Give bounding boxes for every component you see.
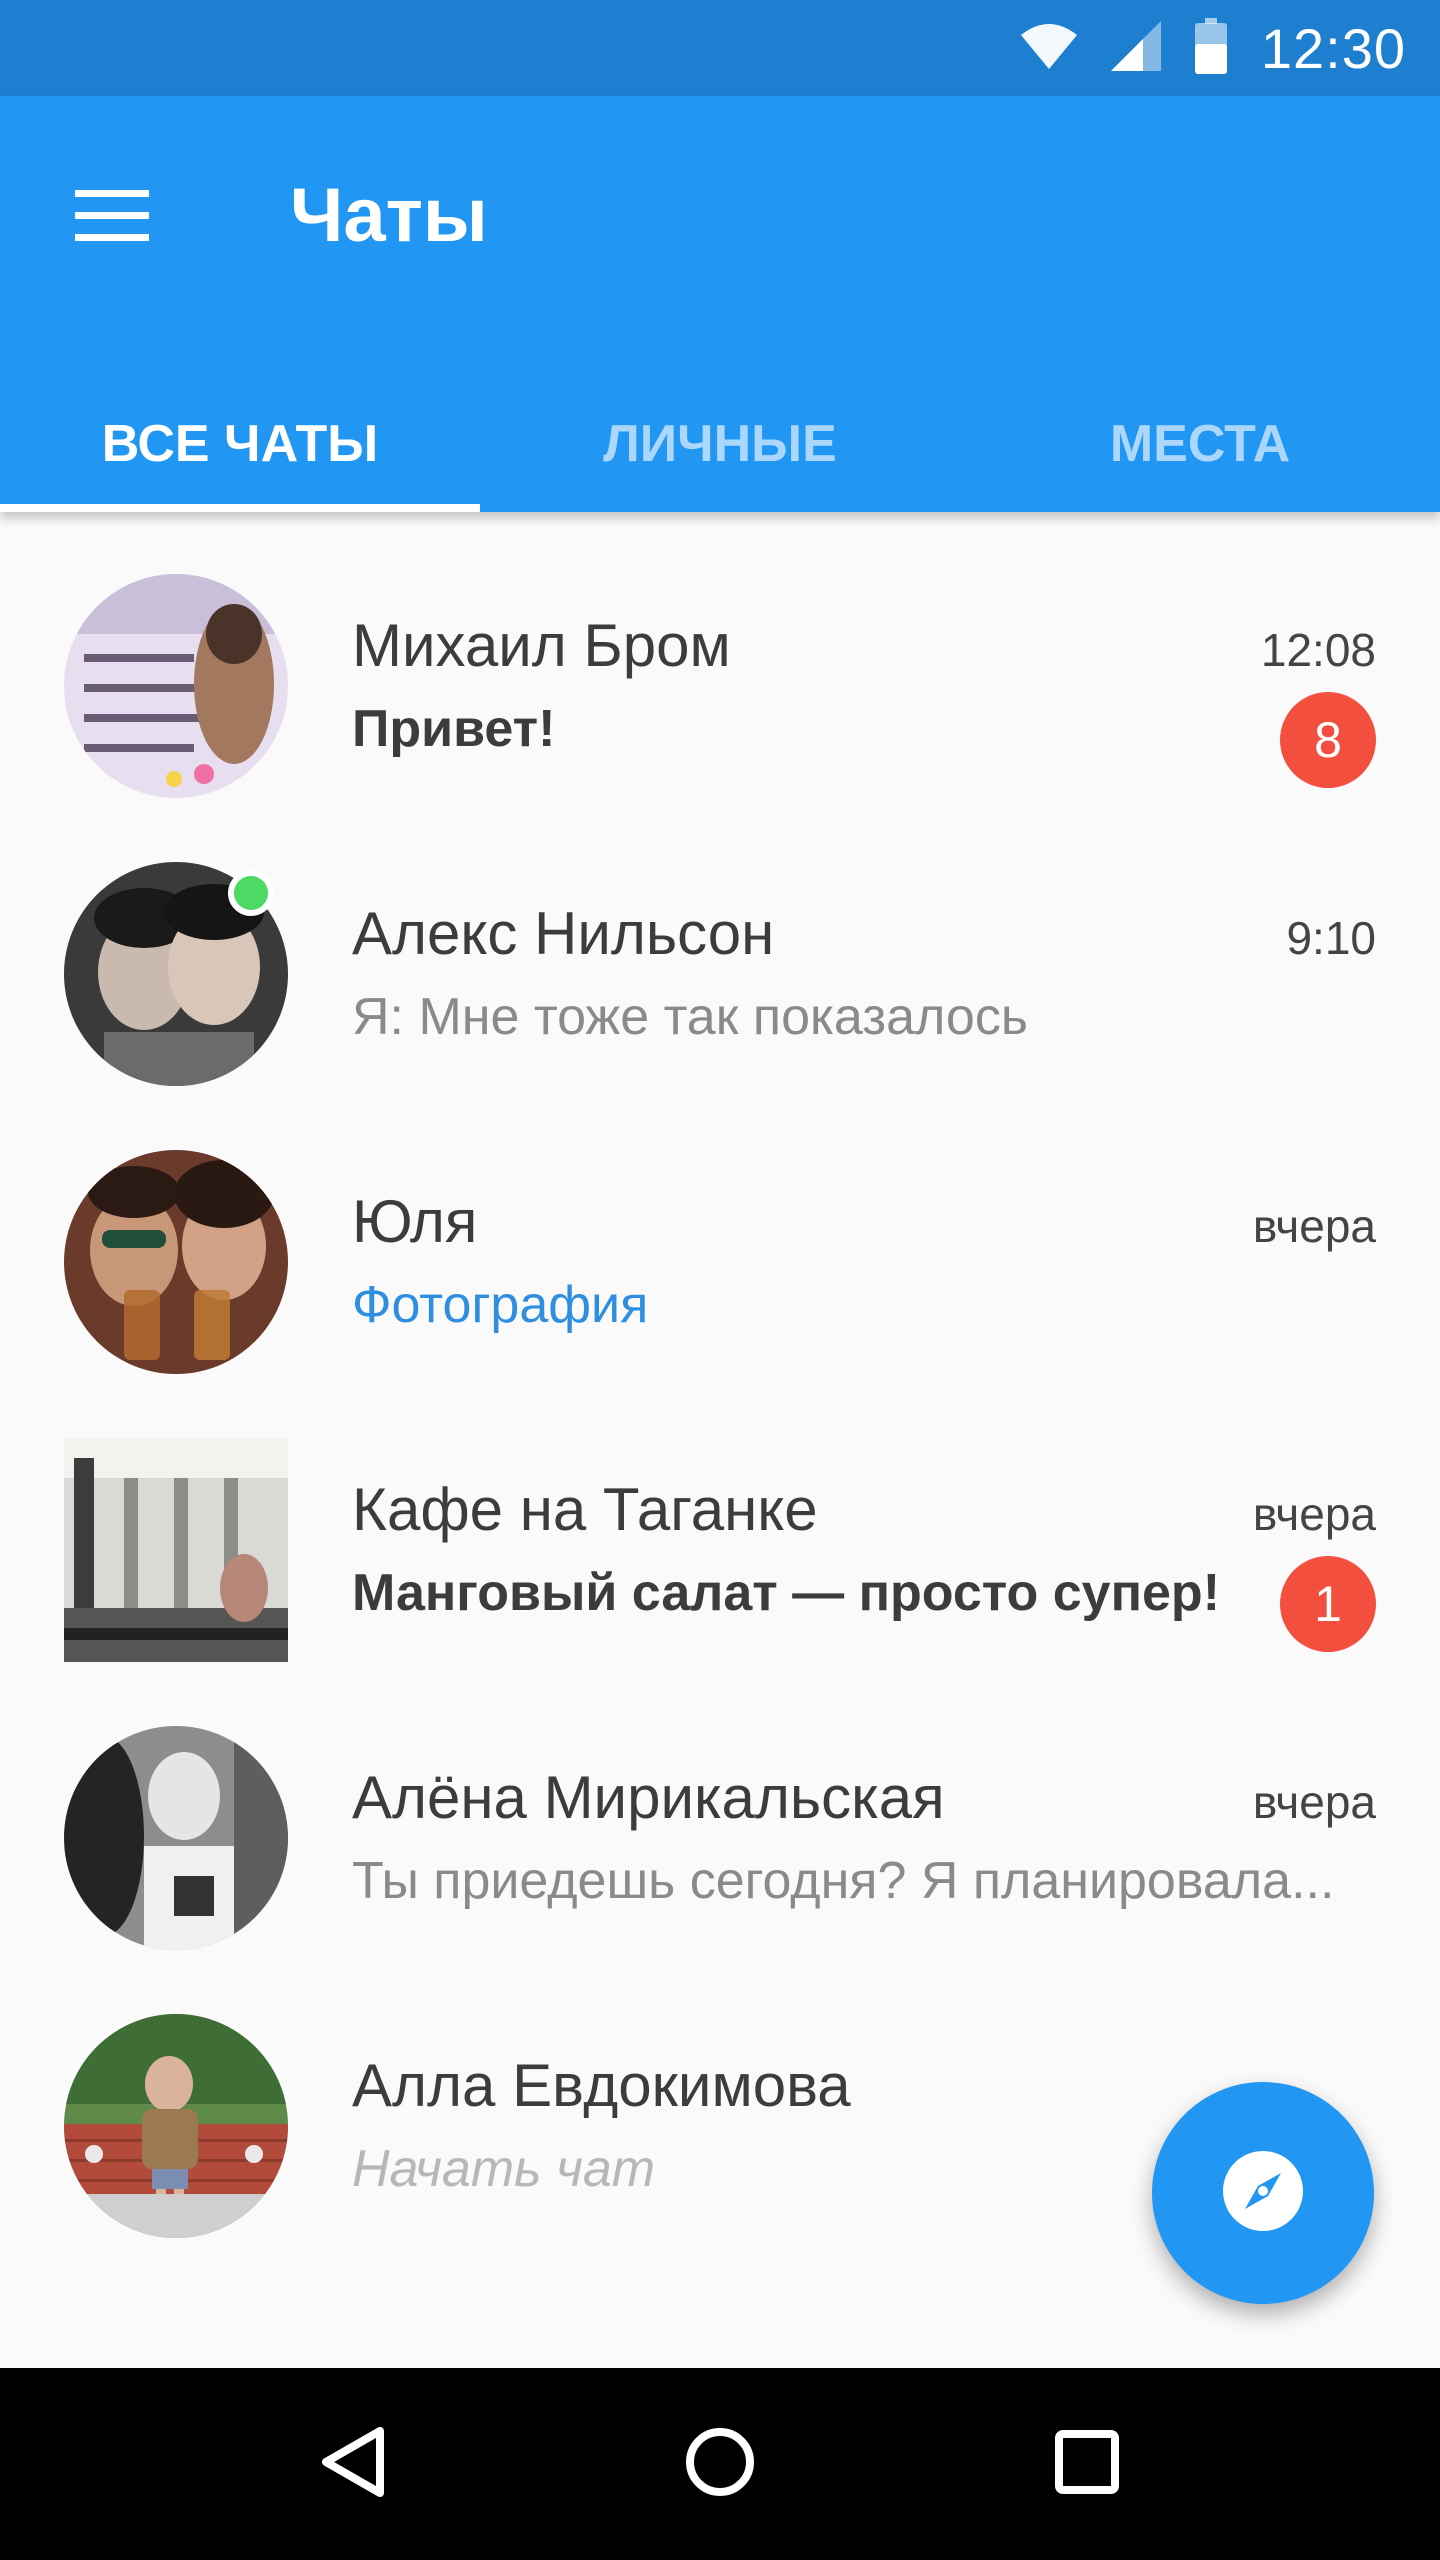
- unread-badge: 1: [1280, 1556, 1376, 1652]
- chat-item[interactable]: Михаил Бром 12:08 Привет! 8: [0, 512, 1440, 800]
- back-button[interactable]: [293, 2404, 413, 2524]
- battery-icon: [1194, 17, 1227, 79]
- chat-name: Юля: [352, 1188, 478, 1255]
- chats-screen: 12:30 Чаты ВСЕ ЧАТЫ ЛИЧНЫЕ МЕСТА Михаил …: [0, 0, 1440, 2560]
- chat-time: 12:08: [1260, 624, 1376, 676]
- tab-all-chats[interactable]: ВСЕ ЧАТЫ: [0, 396, 480, 512]
- chat-item[interactable]: Юля вчера Фотография: [0, 1088, 1440, 1376]
- avatar: [64, 1438, 288, 1662]
- page-title: Чаты: [290, 173, 488, 258]
- status-icons: 12:30: [1020, 0, 1406, 96]
- chat-time: вчера: [1252, 1200, 1376, 1252]
- discover-fab-button[interactable]: [1152, 2082, 1374, 2304]
- recents-button[interactable]: [1027, 2404, 1147, 2524]
- signal-icon: [1110, 20, 1161, 76]
- unread-badge: 8: [1280, 692, 1376, 788]
- status-bar: 12:30: [0, 0, 1440, 96]
- tab-indicator: [0, 504, 480, 512]
- tab-personal[interactable]: ЛИЧНЫЕ: [480, 396, 960, 512]
- app-bar: Чаты ВСЕ ЧАТЫ ЛИЧНЫЕ МЕСТА: [0, 96, 1440, 512]
- tab-bar: ВСЕ ЧАТЫ ЛИЧНЫЕ МЕСТА: [0, 396, 1440, 512]
- chat-preview: Я: Мне тоже так показалось: [352, 988, 1028, 1046]
- chat-name: Алекс Нильсон: [352, 900, 775, 967]
- chat-preview: Манговый салат — просто супер!: [352, 1564, 1221, 1622]
- chat-name: Михаил Бром: [352, 612, 731, 679]
- compass-icon: [1221, 2149, 1305, 2238]
- chat-preview: Ты приедешь сегодня? Я планировала...: [352, 1852, 1335, 1910]
- chat-name: Алла Евдокимова: [352, 2052, 851, 2119]
- menu-icon: [75, 188, 149, 249]
- chat-time: 9:10: [1286, 912, 1376, 964]
- avatar: [64, 574, 288, 798]
- wifi-icon: [1020, 21, 1077, 76]
- chat-item[interactable]: Алёна Мирикальская вчера Ты приедешь сег…: [0, 1664, 1440, 1952]
- menu-button[interactable]: [50, 156, 174, 280]
- status-time: 12:30: [1260, 16, 1406, 80]
- chat-time: вчера: [1252, 1776, 1376, 1828]
- avatar: [64, 1726, 288, 1950]
- online-indicator: [228, 870, 274, 916]
- chat-name: Алёна Мирикальская: [352, 1764, 945, 1831]
- chat-preview: Фотография: [352, 1276, 649, 1334]
- back-icon: [318, 2425, 388, 2504]
- chat-preview: Привет!: [352, 700, 556, 758]
- home-button[interactable]: [660, 2404, 780, 2524]
- chat-name: Кафе на Таганке: [352, 1476, 818, 1543]
- avatar: [64, 2014, 288, 2238]
- system-nav-bar: [0, 2368, 1440, 2560]
- chat-item[interactable]: Алекс Нильсон 9:10 Я: Мне тоже так показ…: [0, 800, 1440, 1088]
- home-icon: [685, 2427, 755, 2502]
- chat-item[interactable]: Кафе на Таганке вчера Манговый салат — п…: [0, 1376, 1440, 1664]
- recents-icon: [1054, 2429, 1120, 2500]
- avatar: [64, 1150, 288, 1374]
- tab-places[interactable]: МЕСТА: [960, 396, 1440, 512]
- chat-time: вчера: [1252, 1488, 1376, 1540]
